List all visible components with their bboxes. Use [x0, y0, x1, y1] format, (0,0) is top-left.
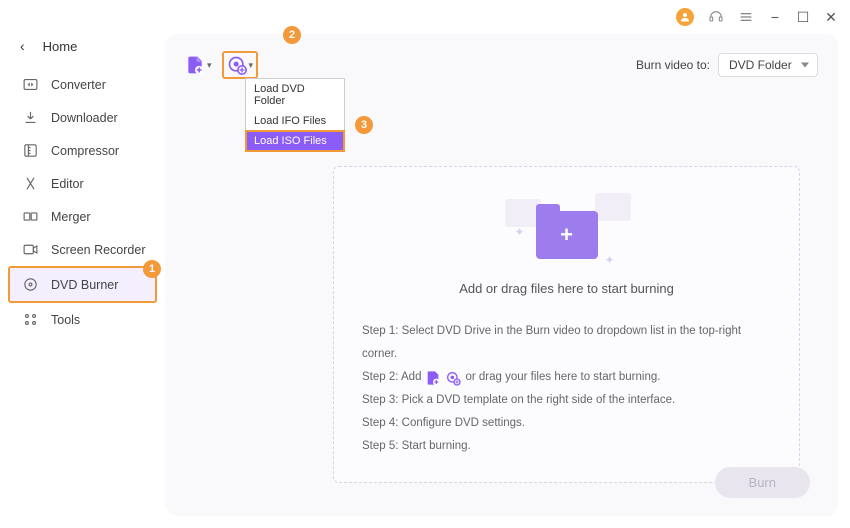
step-5: Step 5: Start burning. — [362, 435, 771, 458]
sidebar-item-label: Downloader — [51, 111, 118, 125]
menu-item-load-dvd-folder[interactable]: Load DVD Folder — [246, 79, 344, 111]
annotation-badge-2: 2 — [283, 26, 301, 44]
close-button[interactable]: ✕ — [824, 9, 838, 26]
menu-item-load-ifo-files[interactable]: Load IFO Files — [246, 111, 344, 131]
sidebar-item-label: Converter — [51, 78, 106, 92]
tools-icon — [22, 311, 39, 328]
sidebar-item-label: Compressor — [51, 144, 119, 158]
dvdburner-icon — [22, 276, 39, 293]
maximize-button[interactable]: ☐ — [796, 9, 810, 26]
sidebar: ‹ Home Converter Downloader Compressor E… — [0, 34, 165, 528]
recorder-icon — [22, 241, 39, 258]
sidebar-item-tools[interactable]: Tools — [0, 303, 165, 336]
compressor-icon — [22, 142, 39, 159]
add-disc-icon — [445, 370, 461, 386]
toolbar: ▾ ▾ Burn video to: DVD Folder — [185, 52, 818, 78]
sidebar-item-dvd-burner[interactable]: DVD Burner 1 — [8, 266, 157, 303]
hamburger-menu-icon[interactable] — [738, 9, 754, 25]
sidebar-item-label: Merger — [51, 210, 91, 224]
merger-icon — [22, 208, 39, 225]
menu-item-load-iso-files[interactable]: Load ISO Files — [245, 130, 345, 152]
burn-to-select[interactable]: DVD Folder — [718, 53, 818, 77]
add-disc-button[interactable]: ▾ — [222, 51, 259, 79]
load-disc-menu: Load DVD Folder Load IFO Files Load ISO … — [245, 78, 345, 152]
minimize-button[interactable]: − — [768, 9, 782, 25]
burn-to-label: Burn video to: — [636, 58, 710, 72]
step-2: Step 2: Add or drag your files here to s… — [362, 366, 771, 389]
drop-prompt: Add or drag files here to start burning — [362, 281, 771, 296]
add-file-icon — [425, 370, 441, 386]
instruction-steps: Step 1: Select DVD Drive in the Burn vid… — [362, 320, 771, 458]
sidebar-item-compressor[interactable]: Compressor — [0, 134, 165, 167]
step-4: Step 4: Configure DVD settings. — [362, 412, 771, 435]
sidebar-item-label: Editor — [51, 177, 84, 191]
chevron-down-icon: ▾ — [207, 60, 212, 71]
sidebar-item-label: DVD Burner — [51, 278, 118, 292]
support-icon[interactable] — [708, 9, 724, 25]
sparkle-icon: ✦ — [515, 225, 525, 239]
burn-button: Burn — [715, 467, 810, 498]
sidebar-item-converter[interactable]: Converter — [0, 68, 165, 101]
sidebar-item-merger[interactable]: Merger — [0, 200, 165, 233]
annotation-badge-1: 1 — [143, 260, 161, 278]
step-3: Step 3: Pick a DVD template on the right… — [362, 389, 771, 412]
burn-to-value: DVD Folder — [729, 58, 792, 72]
back-home[interactable]: ‹ Home — [0, 38, 165, 68]
annotation-badge-3: 3 — [355, 116, 373, 134]
drop-zone[interactable]: ✦ + ✦ Add or drag files here to start bu… — [333, 166, 800, 483]
sidebar-item-screen-recorder[interactable]: Screen Recorder — [0, 233, 165, 266]
user-avatar-icon[interactable] — [676, 8, 694, 26]
chevron-left-icon: ‹ — [20, 38, 25, 54]
folder-plus-icon: + — [536, 211, 598, 259]
step-1: Step 1: Select DVD Drive in the Burn vid… — [362, 320, 771, 366]
sparkle-icon: ✦ — [605, 253, 615, 267]
title-bar: − ☐ ✕ — [0, 0, 850, 34]
sidebar-item-label: Tools — [51, 313, 80, 327]
folder-illustration: ✦ + ✦ — [362, 189, 771, 277]
toolbar-right: Burn video to: DVD Folder — [636, 53, 818, 77]
add-file-button[interactable]: ▾ — [185, 55, 212, 75]
main-panel: ▾ ▾ Burn video to: DVD Folder 2 Load DVD… — [165, 34, 838, 516]
sidebar-item-label: Screen Recorder — [51, 243, 146, 257]
downloader-icon — [22, 109, 39, 126]
converter-icon — [22, 76, 39, 93]
editor-icon — [22, 175, 39, 192]
chevron-down-icon: ▾ — [249, 60, 254, 71]
back-label: Home — [43, 39, 78, 54]
toolbar-left: ▾ ▾ — [185, 51, 258, 79]
sidebar-item-downloader[interactable]: Downloader — [0, 101, 165, 134]
sidebar-item-editor[interactable]: Editor — [0, 167, 165, 200]
